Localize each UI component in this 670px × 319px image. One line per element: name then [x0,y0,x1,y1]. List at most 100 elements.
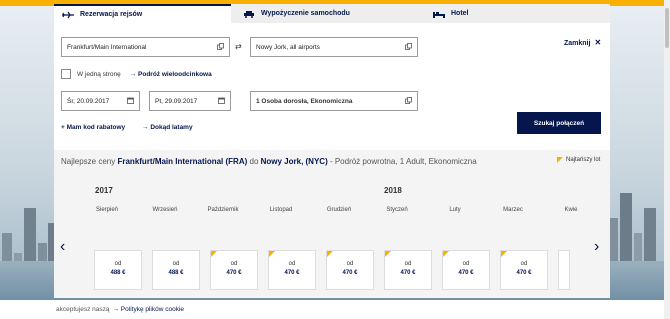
month-label: Marzec [503,207,523,213]
month-label: Listopad [269,207,293,213]
swap-icon[interactable]: ⇄ [235,42,242,51]
fare-price: 488 € [168,270,184,276]
scroll-thumb[interactable] [665,8,669,48]
tab-car-rental[interactable]: Wypożyczenie samochodu [231,4,425,23]
fare-from-label: od [462,261,470,267]
close-button[interactable]: Zamknij ✕ [564,38,601,47]
origin-value: Frankfurt/Main International [67,43,147,51]
year-label: 2017 [95,186,113,195]
fares-to-word: do [247,157,261,166]
tab-bar: Rezerwacja rejsów Wypożyczenie samochodu… [54,4,610,23]
car-icon [244,10,254,18]
close-label: Zamknij [564,40,591,47]
one-way-label: W jedną stronę [77,70,121,78]
best-fares-section: Najlepsze ceny Frankfurt/Main Internatio… [54,150,610,298]
month-label: Sierpień [95,207,118,213]
cookie-text: akceptujesz naszą [56,306,110,313]
depart-date-field[interactable]: Śr, 20.09.2017 [61,91,140,111]
fare-card[interactable] [558,250,570,290]
fares-title: Najlepsze ceny Frankfurt/Main Internatio… [61,156,481,167]
fare-price: 470 € [458,270,474,276]
fare-card[interactable]: od 470 € [210,250,258,290]
destination-value: Nowy Jork, all airports [256,43,320,51]
close-icon: ✕ [594,38,602,47]
fare-card[interactable]: od 470 € [326,250,374,290]
fare-from-label: od [520,261,528,267]
fare-card[interactable]: od 488 € [94,250,142,290]
month-label: Październik [207,207,239,213]
month-label: Kwie [564,207,578,213]
tab-label: Hotel [451,10,469,17]
destinations-link[interactable]: → Dokąd latamy [142,124,193,131]
fare-price: 488 € [110,270,126,276]
month-label: Wrzesień [152,207,178,213]
legend-label: Najtańszy lot [566,157,601,163]
fare-from-label: od [172,261,180,267]
passengers-field[interactable]: 1 Osoba dorosła, Ekonomiczna [250,91,418,111]
search-flights-button[interactable]: Szukaj połączeń [517,112,601,134]
year-label: 2018 [384,186,402,195]
copy-icon [405,43,412,50]
cheapest-marker-icon [557,157,563,163]
fare-from-label: od [404,261,412,267]
cookie-policy-link[interactable]: → Politykę plików cookie [112,306,184,313]
fare-card[interactable]: od 470 € [500,250,548,290]
fare-price: 470 € [342,270,358,276]
copy-icon [405,97,412,104]
cookie-link-label: Politykę plików cookie [120,306,185,313]
fares-title-suffix: - Podróż powrotna, 1 Adult, Ekonomiczna [327,157,477,166]
next-arrow-icon[interactable]: › [594,238,599,256]
fare-card[interactable]: od 470 € [268,250,316,290]
fare-price: 470 € [400,270,416,276]
cheapest-marker-icon [269,251,275,257]
cheapest-marker-icon [327,251,333,257]
airplane-icon [62,11,74,18]
tab-flight-booking[interactable]: Rezerwacja rejsów [54,4,231,23]
copy-icon [217,43,224,50]
fare-card[interactable]: od 470 € [384,250,432,290]
month-label: Grudzień [326,207,352,213]
fares-title-prefix: Najlepsze ceny [61,157,118,166]
cheapest-marker-icon [385,251,391,257]
tab-label: Rezerwacja rejsów [80,11,143,18]
fare-card[interactable]: od 488 € [152,250,200,290]
destinations-label: Dokąd latamy [150,124,193,131]
tab-label: Wypożyczenie samochodu [261,10,350,17]
fares-destination: Nowy Jork, (NYC) [260,157,328,166]
one-way-checkbox[interactable] [61,69,71,79]
multi-city-link[interactable]: → Podróż wieloodcinkowa [130,71,212,78]
promo-code-link[interactable]: + Mam kod rabatowy [61,124,125,131]
depart-date-value: Śr, 20.09.2017 [67,97,110,105]
fare-price: 470 € [516,270,532,276]
cookie-notice: akceptujesz naszą → Politykę plików cooki… [56,306,184,313]
promo-label: Mam kod rabatowy [66,124,126,131]
return-date-value: Pt, 29.09.2017 [155,97,198,105]
destination-field[interactable]: Nowy Jork, all airports [250,37,418,57]
cheapest-marker-icon [501,251,507,257]
fare-from-label: od [288,261,296,267]
bed-icon [433,11,445,18]
fares-origin: Frankfurt/Main International (FRA) [117,157,248,166]
booking-panel: Rezerwacja rejsów Wypożyczenie samochodu… [54,4,610,298]
cheapest-legend: Najtańszy lot [557,157,600,163]
tab-hotel[interactable]: Hotel [425,4,603,23]
scrollbar[interactable] [664,0,670,319]
multi-city-label: Podróż wieloodcinkowa [138,70,212,78]
cheapest-marker-icon [443,251,449,257]
fare-from-label: od [114,261,122,267]
cheapest-marker-icon [211,251,217,257]
calendar-icon [218,97,225,104]
fare-price: 470 € [226,270,242,276]
fare-price: 470 € [284,270,300,276]
fare-from-label: od [346,261,354,267]
fare-card[interactable]: od 470 € [442,250,490,290]
origin-field[interactable]: Frankfurt/Main International [61,37,230,57]
month-label: Styczeń [386,207,408,213]
passengers-value: 1 Osoba dorosła, Ekonomiczna [256,97,353,105]
calendar-icon [127,97,134,104]
fare-from-label: od [230,261,238,267]
prev-arrow-icon[interactable]: ‹ [60,238,65,256]
trip-options: W jedną stronę → Podróż wieloodcinkowa [61,69,212,79]
month-label: Luty [449,207,461,213]
return-date-field[interactable]: Pt, 29.09.2017 [149,91,231,111]
